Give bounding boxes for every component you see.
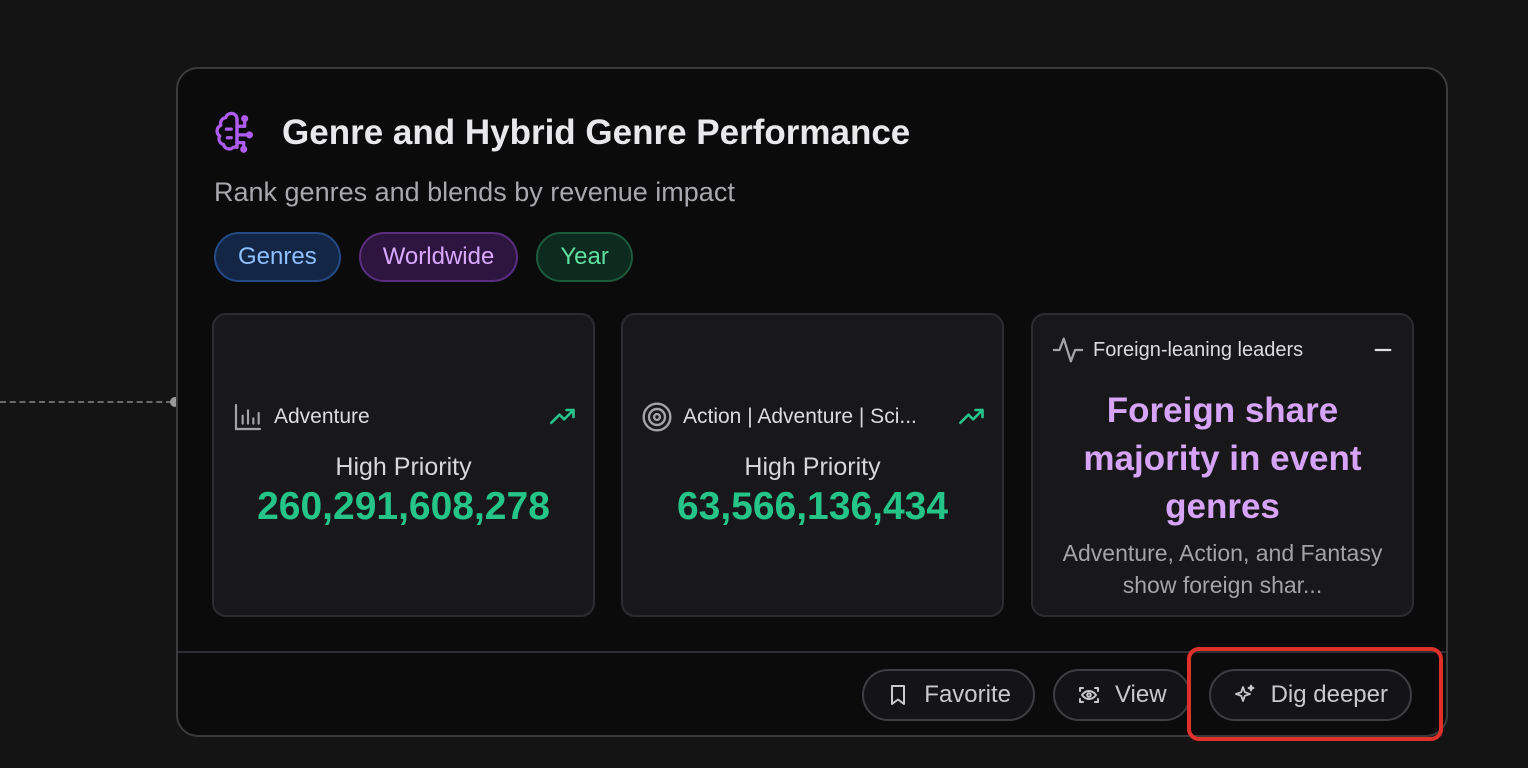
- trending-up-icon: [959, 408, 984, 425]
- tag-list: Genres Worldwide Year: [214, 232, 633, 282]
- trending-up-icon: [550, 408, 575, 425]
- insight-header: Foreign-leaning leaders: [1051, 333, 1394, 367]
- analysis-card: Genre and Hybrid Genre Performance Rank …: [176, 67, 1448, 737]
- insight-title: Foreign share majority in event genres: [1083, 391, 1362, 526]
- favorite-label: Favorite: [924, 681, 1011, 708]
- insight-body: Adventure, Action, and Fantasy show fore…: [1062, 540, 1383, 598]
- priority-label: High Priority: [335, 453, 472, 481]
- target-icon: [642, 402, 672, 432]
- metric-value: 63,566,136,434: [676, 485, 949, 528]
- metric-tile-action-adventure-scifi[interactable]: Action | Adventure | Sci... High Priorit…: [621, 313, 1004, 617]
- card-title: Genre and Hybrid Genre Performance: [282, 113, 911, 152]
- connector-line: [0, 401, 172, 403]
- view-label: View: [1114, 681, 1167, 708]
- tag-genres[interactable]: Genres: [214, 232, 341, 282]
- tag-year[interactable]: Year: [536, 232, 633, 282]
- dig-deeper-button[interactable]: Dig deeper: [1208, 669, 1412, 721]
- insight-tile[interactable]: Foreign-leaning leaders Foreign share ma…: [1031, 313, 1414, 617]
- brain-icon: [215, 111, 254, 153]
- bar-chart-icon: [234, 403, 262, 431]
- view-button[interactable]: View: [1052, 669, 1191, 721]
- collapse-minus-icon[interactable]: [1372, 339, 1394, 361]
- metric-tile-header: Adventure: [232, 401, 577, 433]
- sparkles-icon: [1234, 684, 1254, 702]
- metric-tile-adventure[interactable]: Adventure High Priority 260,291,608,278: [212, 313, 595, 617]
- dig-deeper-label: Dig deeper: [1270, 681, 1388, 708]
- bookmark-icon: [891, 685, 906, 705]
- card-subtitle: Rank genres and blends by revenue impact: [214, 177, 735, 207]
- priority-label: High Priority: [744, 453, 881, 481]
- favorite-button[interactable]: Favorite: [862, 669, 1035, 721]
- card-header: Genre and Hybrid Genre Performance: [214, 109, 910, 157]
- insight-label: Foreign-leaning leaders: [1093, 338, 1304, 361]
- tag-worldwide[interactable]: Worldwide: [358, 232, 519, 282]
- card-actions: Favorite View Dig deeper: [862, 669, 1412, 721]
- metric-tile-label: Adventure: [274, 405, 370, 428]
- metric-tile-label: Action | Adventure | Sci...: [683, 405, 917, 428]
- metric-tile-header: Action | Adventure | Sci...: [641, 401, 986, 433]
- page: Genre and Hybrid Genre Performance Rank …: [0, 0, 1528, 768]
- activity-icon: [1052, 337, 1084, 363]
- metric-value: 260,291,608,278: [257, 485, 550, 528]
- eye-icon: [1078, 687, 1099, 703]
- footer-divider: [178, 651, 1446, 653]
